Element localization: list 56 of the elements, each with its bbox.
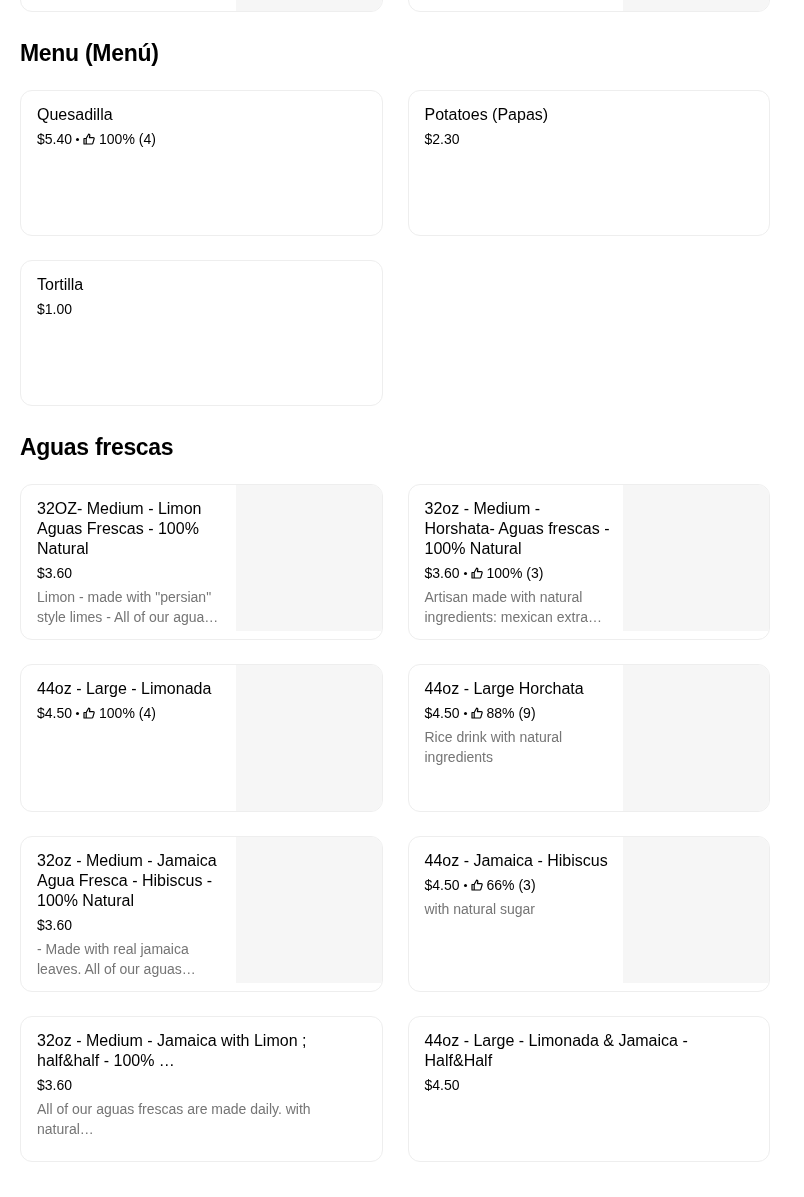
- separator-dot: [463, 711, 467, 715]
- item-name: 44oz - Large - Limonada: [37, 679, 213, 699]
- item-name: 32OZ- Medium - Limon Aguas Frescas - 100% Natural: [37, 499, 203, 559]
- item-description: with natural sugar: [424, 900, 536, 919]
- item-card[interactable]: Tortilla $1.00: [20, 260, 383, 406]
- item-rating: 66% (3): [486, 876, 536, 895]
- item-description: Limon - made with "persian" style limes - All of our agua…: [37, 588, 220, 627]
- item-name: 32oz - Medium - Jamaica with Limon ; half&half - 100% …: [37, 1031, 308, 1071]
- thumbs-up-icon: [470, 567, 483, 579]
- item-card[interactable]: 44oz - Jamaica - Hibiscus $4.50 66% (3) with natural sugar: [407, 836, 770, 992]
- item-name: 44oz - Large - Limonada & Jamaica - Half&Half: [424, 1031, 689, 1071]
- separator-dot: [76, 711, 80, 715]
- item-card[interactable]: 32OZ- Medium - Limon Aguas Frescas - 100% Natural $3.60 Limon - made with "persian" style limes - All of our agua…: [20, 484, 383, 640]
- thumbs-up-icon: [470, 879, 483, 891]
- item-rating: 100% (3): [486, 564, 544, 583]
- separator-dot: [463, 883, 467, 887]
- item-card[interactable]: 44oz - Large Horchata $4.50 88% (9) Rice drink with natural ingredients: [407, 664, 770, 812]
- item-name: 44oz - Jamaica - Hibiscus: [424, 851, 609, 871]
- thumbs-up-icon: [470, 707, 483, 719]
- item-description: Rice drink with natural ingredients: [424, 728, 564, 767]
- item-rating: 100% (4): [99, 130, 156, 149]
- item-price: $4.50: [424, 704, 460, 723]
- item-card[interactable]: 32oz - Medium - Jamaica Agua Fresca - Hibiscus - 100% Natural $3.60 - Made with real jamaica leaves. All of our aguas…: [20, 836, 383, 992]
- item-name: 32oz - Medium - Horshata- Aguas frescas - 100% Natural: [424, 499, 611, 559]
- item-card[interactable]: 44oz - Large - Limonada & Jamaica - Half&Half $4.50: [407, 1016, 770, 1162]
- item-price: $3.60: [37, 916, 73, 935]
- item-rating: 88% (9): [486, 704, 536, 723]
- section-heading: Aguas frescas: [20, 433, 175, 462]
- item-name: Quesadilla: [37, 105, 114, 125]
- item-price: $3.60: [424, 564, 460, 583]
- item-name: Potatoes (Papas): [424, 105, 550, 125]
- item-description: Artisan made with natural ingredients: mexican extra…: [424, 588, 603, 627]
- item-name: 44oz - Large Horchata: [424, 679, 585, 699]
- section-heading: Menu (Menú): [20, 39, 160, 68]
- item-card[interactable]: 44oz - Large - Limonada $4.50 100% (4): [20, 664, 383, 812]
- item-price: $3.60: [37, 564, 73, 583]
- item-price: $1.00: [37, 300, 73, 319]
- item-price: $4.50: [37, 704, 73, 723]
- item-price: $2.30: [424, 130, 460, 149]
- item-price: $3.60: [37, 1076, 73, 1095]
- separator-dot: [463, 571, 467, 575]
- item-price: $4.50: [424, 1076, 460, 1095]
- thumbs-up-icon: [83, 133, 96, 145]
- thumbs-up-icon: [83, 707, 96, 719]
- item-name: Tortilla: [37, 275, 85, 295]
- item-price: $5.40: [37, 130, 73, 149]
- item-card[interactable]: 32oz - Medium - Horshata- Aguas frescas - 100% Natural $3.60 100% (3) Artisan made with natural ingredients: mexican extra…: [407, 484, 770, 640]
- separator-dot: [76, 137, 80, 141]
- item-card[interactable]: 32oz - Medium - Jamaica with Limon ; half&half - 100% … $3.60 All of our aguas frescas are made daily. with natural…: [20, 1016, 383, 1162]
- item-description: All of our aguas frescas are made daily. with natural…: [37, 1100, 312, 1139]
- item-price: $4.50: [424, 876, 460, 895]
- item-card[interactable]: Quesadilla $5.40 100% (4): [20, 90, 383, 236]
- item-name: 32oz - Medium - Jamaica Agua Fresca - Hibiscus - 100% Natural: [37, 851, 218, 911]
- item-description: - Made with real jamaica leaves. All of our aguas…: [37, 940, 197, 979]
- item-card[interactable]: Potatoes (Papas) $2.30: [407, 90, 770, 236]
- item-rating: 100% (4): [99, 704, 156, 723]
